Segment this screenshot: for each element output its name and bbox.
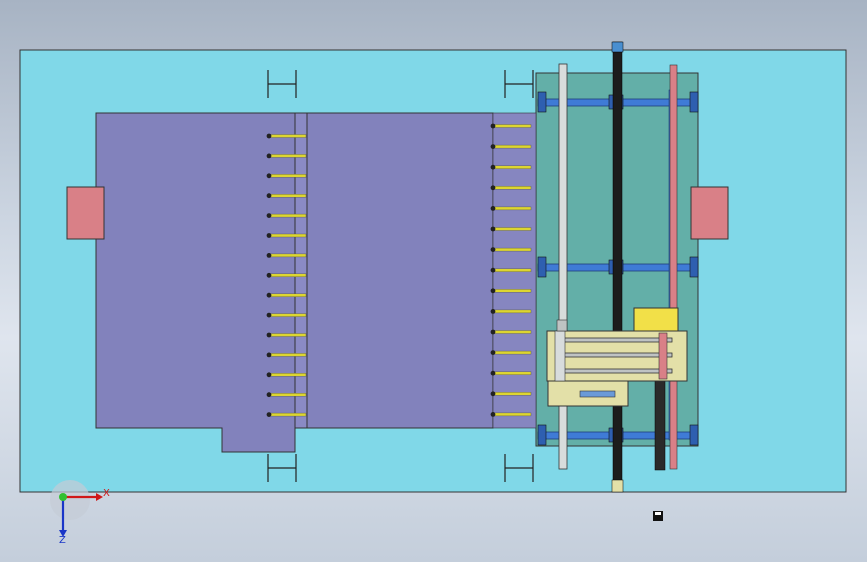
drive-chain <box>612 41 623 492</box>
left-pin-11 <box>266 332 307 338</box>
center-divider-strip <box>294 112 308 429</box>
right-pin-15 <box>490 412 532 417</box>
left-platform <box>95 112 296 453</box>
left-pin-13 <box>266 372 307 378</box>
left-pin-15 <box>266 412 307 417</box>
x-axis-label: X <box>103 488 110 499</box>
cad-viewport[interactable]: X Z <box>0 0 867 562</box>
save-icon[interactable] <box>653 511 663 521</box>
carriage-mount <box>556 319 568 332</box>
left-pin-10 <box>266 312 307 318</box>
left-pin-6 <box>266 233 307 238</box>
carriage-rail-left <box>554 330 566 382</box>
motor-housing <box>633 307 679 332</box>
left-pin-7 <box>266 253 307 258</box>
right-pin-11 <box>490 329 532 335</box>
right-pin-1 <box>490 123 532 129</box>
pin-row-left <box>266 133 307 417</box>
right-pin-13 <box>490 370 532 376</box>
chain-top-cap <box>611 41 624 53</box>
left-pin-8 <box>266 272 307 278</box>
pink-block-left <box>66 186 105 240</box>
right-pin-4 <box>490 185 532 191</box>
carriage-pink-bar <box>658 332 668 380</box>
right-pin-10 <box>490 309 532 314</box>
right-pin-3 <box>490 164 532 170</box>
pink-block-right <box>690 186 729 240</box>
right-pin-14 <box>490 391 532 397</box>
right-pin-9 <box>490 288 532 294</box>
chain-bottom-cap <box>611 479 624 493</box>
left-pin-1 <box>266 133 307 139</box>
left-pin-12 <box>266 352 307 358</box>
left-pin-2 <box>266 153 307 159</box>
right-platform <box>306 112 494 429</box>
right-pin-8 <box>490 267 532 273</box>
left-pin-9 <box>266 292 307 298</box>
right-pin-12 <box>490 350 532 355</box>
left-pin-5 <box>266 213 307 219</box>
left-pin-14 <box>266 392 307 398</box>
z-axis-label: Z <box>59 535 66 546</box>
cable-carrier <box>654 379 666 471</box>
pin-row-right <box>490 123 532 417</box>
carriage-slot <box>579 390 616 398</box>
pink-rod <box>669 64 678 470</box>
left-pin-4 <box>266 193 307 199</box>
right-pin-6 <box>490 226 532 232</box>
guide-rail-left <box>558 63 568 470</box>
right-pin-5 <box>490 206 532 211</box>
left-pin-3 <box>266 173 307 179</box>
right-pin-7 <box>490 247 532 253</box>
right-pin-2 <box>490 144 532 150</box>
